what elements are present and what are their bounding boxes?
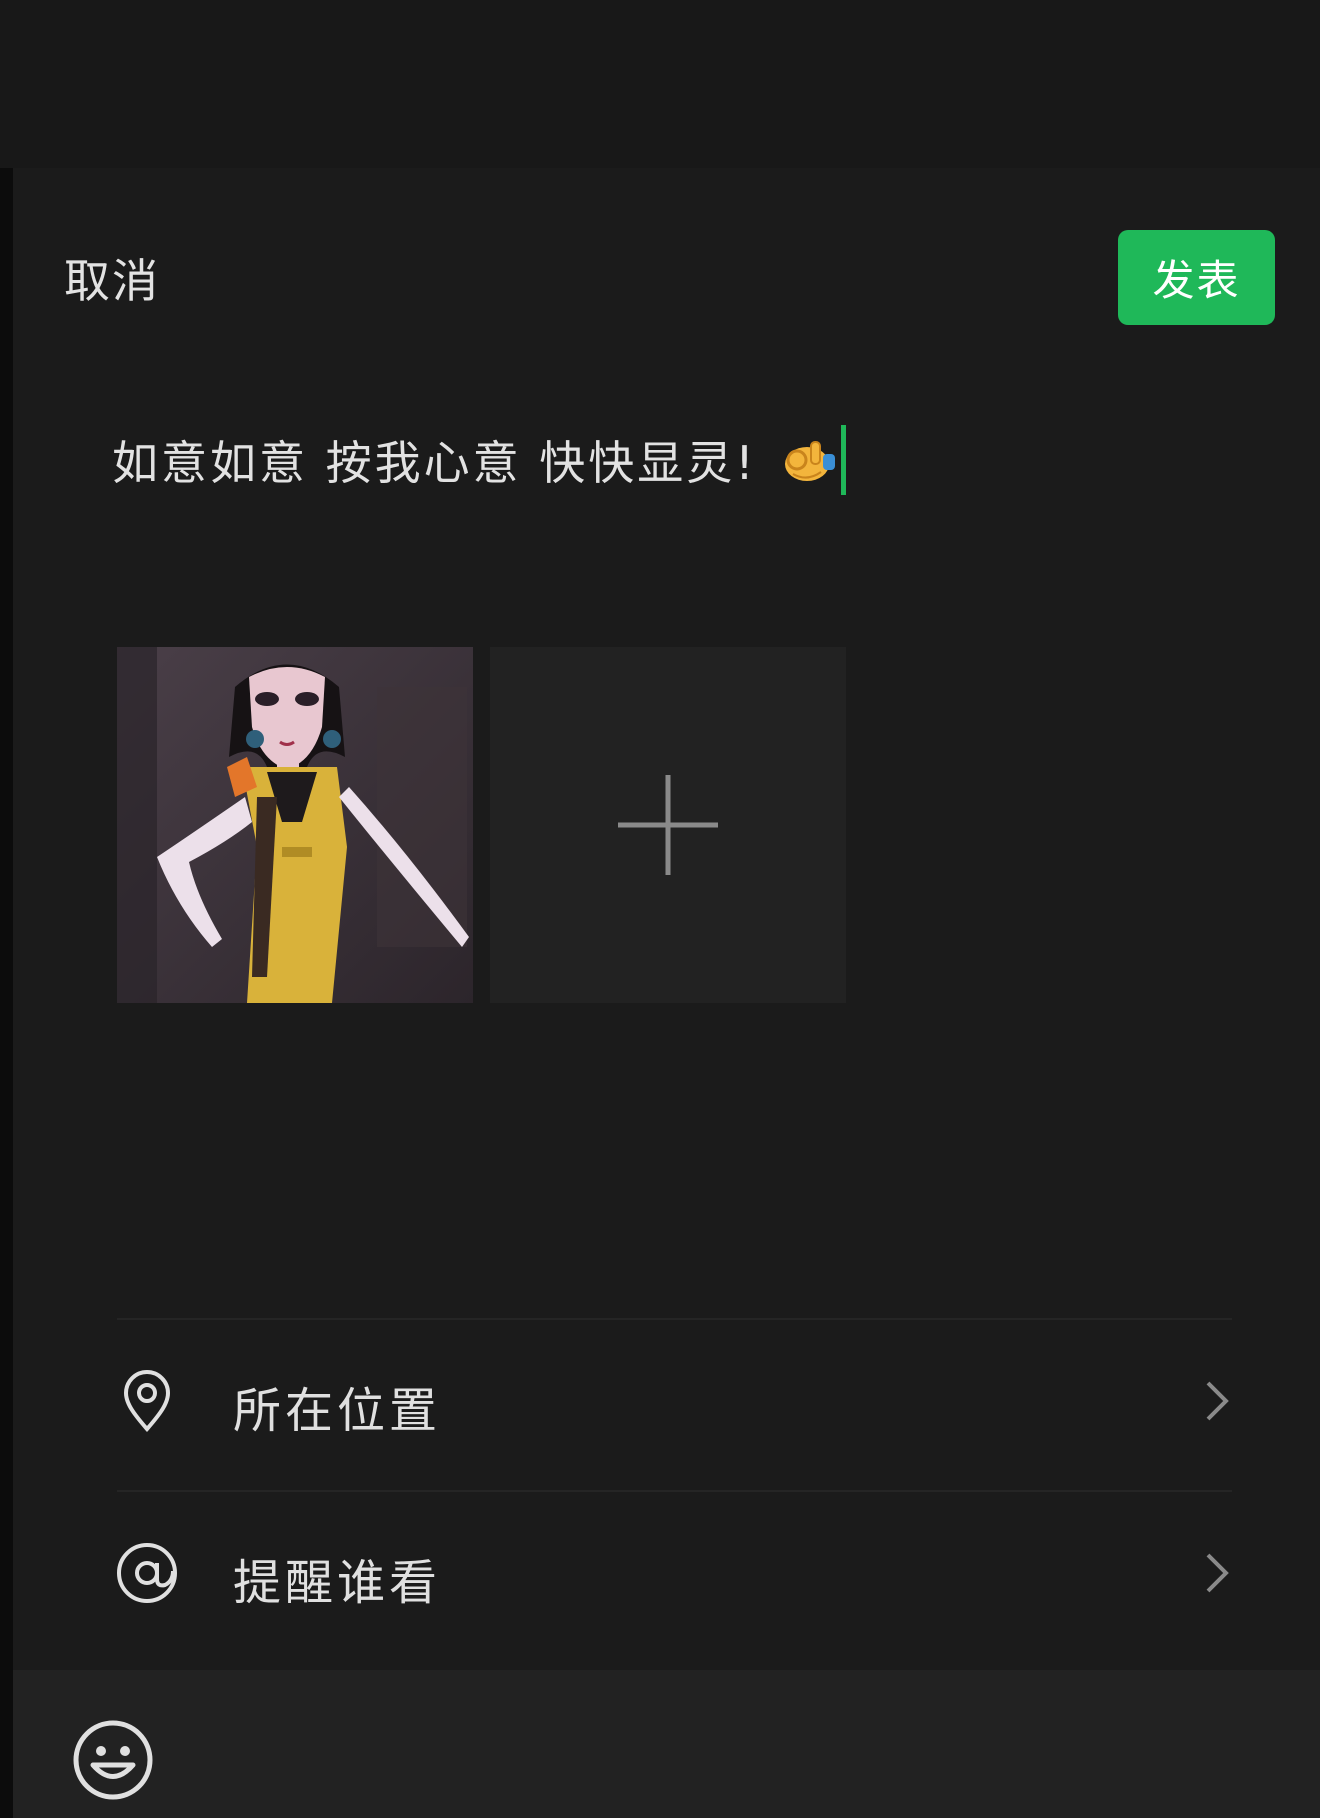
plus-icon (618, 775, 718, 875)
chevron-right-icon (1206, 1381, 1229, 1421)
ok-hand-emoji-icon (781, 434, 839, 486)
cartoon-woman-illustration (117, 647, 473, 1003)
text-caret (840, 425, 846, 495)
location-pin-icon (123, 1370, 171, 1433)
chevron-right-icon (1206, 1553, 1229, 1593)
publish-button-label: 发表 (1152, 256, 1241, 305)
divider (117, 1318, 1232, 1320)
mention-row[interactable]: 提醒谁看 (13, 1497, 1320, 1647)
cancel-button[interactable]: 取消 (64, 245, 160, 311)
publish-button[interactable]: 发表 (1118, 230, 1275, 325)
mention-label: 提醒谁看 (233, 1555, 442, 1611)
compose-text-field[interactable]: 如意如意 按我心意 快快显灵! (112, 425, 846, 495)
divider (117, 1490, 1232, 1492)
add-photo-button[interactable] (490, 647, 846, 1003)
compose-text: 如意如意 按我心意 快快显灵! (112, 436, 757, 490)
left-edge-shadow (0, 168, 13, 1818)
bottom-toolbar (13, 1670, 1320, 1818)
at-sign-icon (117, 1543, 177, 1603)
smiley-face-icon[interactable] (71, 1718, 155, 1802)
status-bar-area (0, 0, 1320, 168)
attached-image-thumbnail[interactable] (117, 647, 473, 1003)
location-label: 所在位置 (233, 1383, 442, 1439)
location-row[interactable]: 所在位置 (13, 1325, 1320, 1475)
